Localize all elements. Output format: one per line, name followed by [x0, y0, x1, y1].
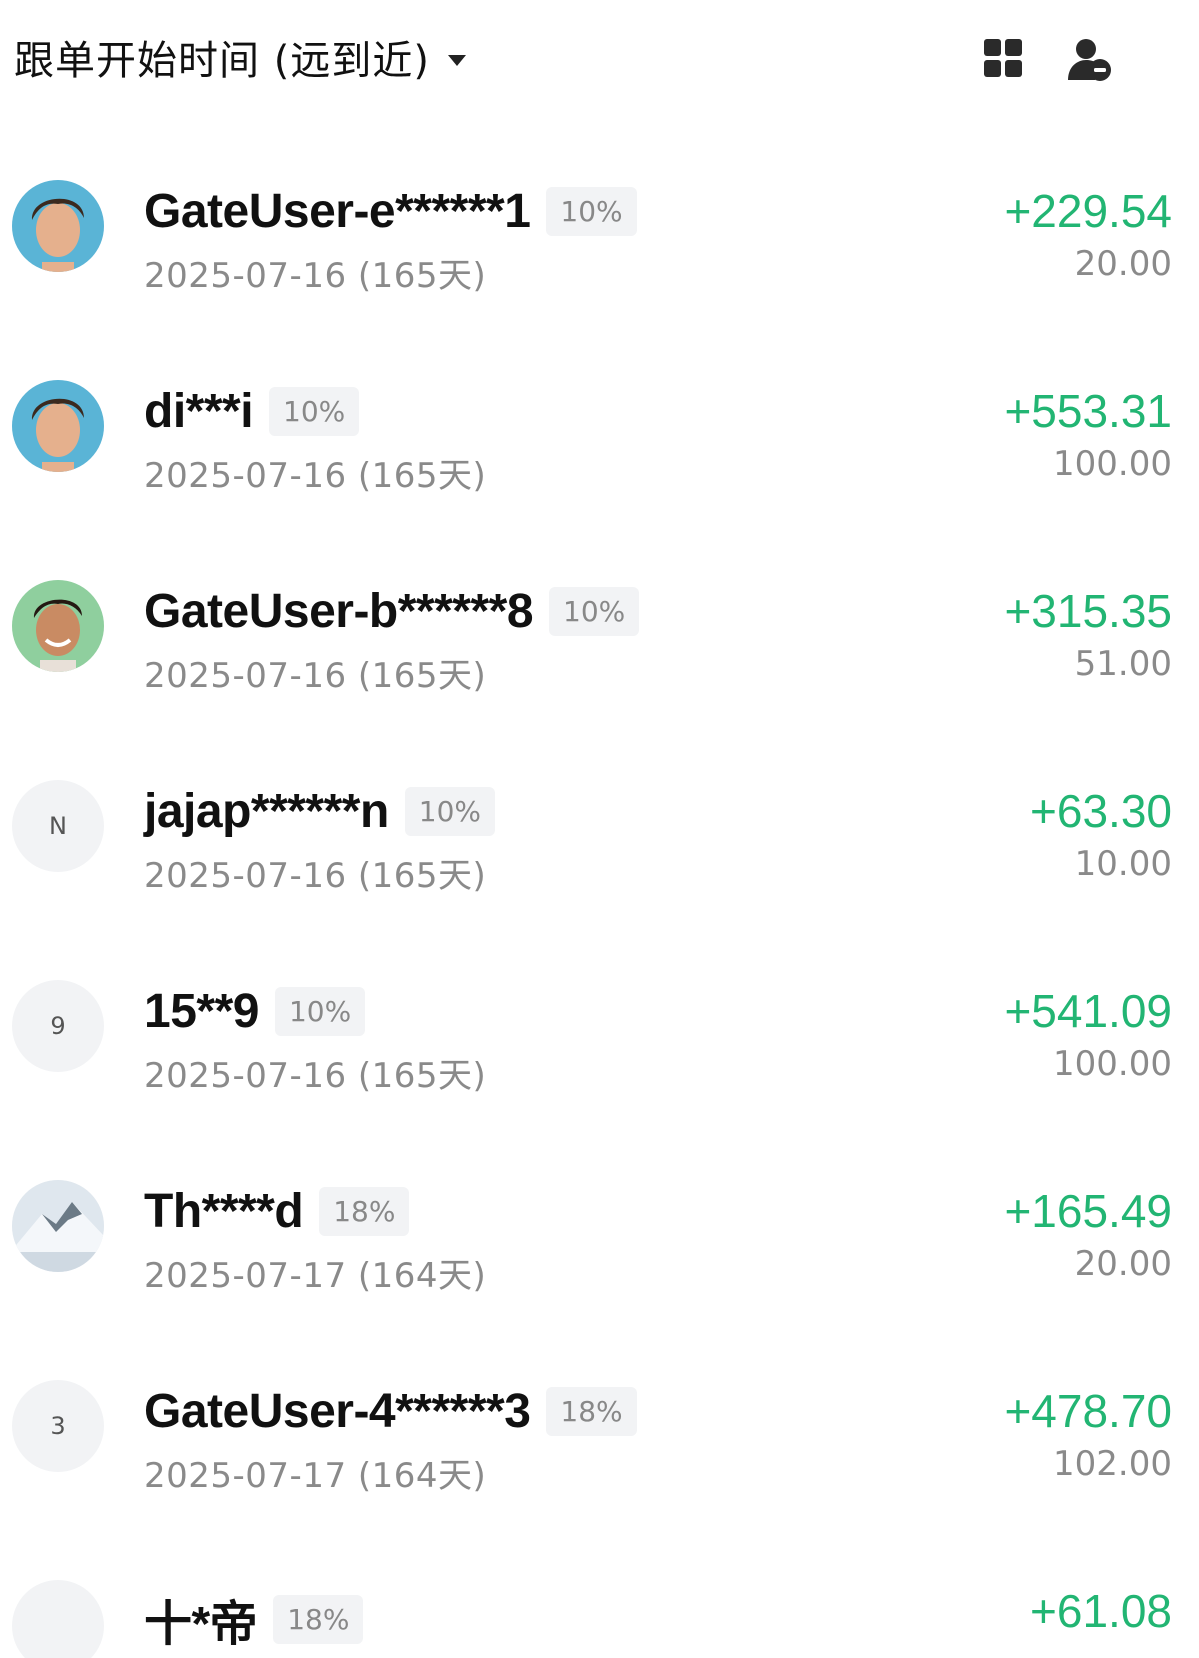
pnl-value: +553.31 — [1004, 385, 1172, 437]
follow-date: 2025-07-16 (165天) — [144, 1056, 487, 1096]
follow-date: 2025-07-16 (165天) — [144, 456, 487, 496]
ratio-badge: 18% — [546, 1387, 637, 1436]
follower-row[interactable]: 十*帝 18% +61.08 — [0, 1540, 1199, 1658]
user-remove-icon[interactable] — [1066, 38, 1114, 86]
pnl-value: +165.49 — [1004, 1185, 1172, 1237]
follower-name: jajap******n — [144, 785, 389, 838]
ratio-badge: 10% — [274, 987, 366, 1036]
name-line: GateUser-4******3 18% — [144, 1384, 637, 1439]
amount-value: 100.00 — [1053, 1044, 1172, 1084]
follower-row[interactable]: di***i 10% 2025-07-16 (165天) +553.31 100… — [0, 340, 1199, 540]
avatar — [12, 1180, 104, 1272]
pnl-value: +61.08 — [1030, 1585, 1172, 1637]
avatar: 3 — [12, 1380, 104, 1472]
avatar-initial: 3 — [50, 1412, 66, 1440]
amount-value: 20.00 — [1074, 1244, 1172, 1284]
follow-date: 2025-07-16 (165天) — [144, 256, 487, 296]
follower-name: Th****d — [144, 1185, 304, 1238]
sort-dropdown[interactable]: 跟单开始时间 (远到近) — [14, 28, 466, 86]
name-line: GateUser-b******8 10% — [144, 584, 640, 639]
pnl-value: +63.30 — [1030, 785, 1172, 837]
ratio-badge: 10% — [404, 787, 496, 836]
amount-value: 100.00 — [1053, 444, 1172, 484]
follower-row[interactable]: GateUser-b******8 10% 2025-07-16 (165天) … — [0, 540, 1199, 740]
follower-row[interactable]: 9 15**9 10% 2025-07-16 (165天) +541.09 10… — [0, 940, 1199, 1140]
avatar — [12, 580, 104, 672]
name-line: GateUser-e******1 10% — [144, 184, 637, 239]
follower-list: GateUser-e******1 10% 2025-07-16 (165天) … — [0, 140, 1199, 1658]
pnl-value: +229.54 — [1004, 185, 1172, 237]
sort-label: 跟单开始时间 (远到近) — [14, 38, 430, 84]
avatar — [12, 380, 104, 472]
follower-row[interactable]: GateUser-e******1 10% 2025-07-16 (165天) … — [0, 140, 1199, 340]
caret-down-icon — [447, 54, 466, 66]
follower-row[interactable]: 3 GateUser-4******3 18% 2025-07-17 (164天… — [0, 1340, 1199, 1540]
follower-name: 15**9 — [144, 985, 259, 1038]
avatar: N — [12, 780, 104, 872]
amount-value: 51.00 — [1074, 644, 1172, 684]
avatar-initial: N — [49, 812, 67, 840]
follower-name: di***i — [144, 385, 254, 438]
avatar: 9 — [12, 980, 104, 1072]
name-line: jajap******n 10% — [144, 784, 496, 839]
follow-date: 2025-07-17 (164天) — [144, 1256, 487, 1296]
pnl-value: +315.35 — [1004, 585, 1172, 637]
avatar — [12, 180, 104, 272]
pnl-value: +541.09 — [1004, 985, 1172, 1037]
follower-row[interactable]: Th****d 18% 2025-07-17 (164天) +165.49 20… — [0, 1140, 1199, 1340]
ratio-badge: 18% — [273, 1594, 364, 1644]
amount-value: 20.00 — [1074, 244, 1172, 284]
pnl-value: +478.70 — [1004, 1385, 1172, 1437]
follower-name: 十*帝 — [144, 1598, 258, 1651]
follower-name: GateUser-4******3 — [144, 1385, 531, 1438]
amount-value: 102.00 — [1053, 1444, 1172, 1484]
follower-name: GateUser-b******8 — [144, 585, 534, 638]
follower-name: GateUser-e******1 — [144, 185, 531, 238]
follow-date: 2025-07-16 (165天) — [144, 856, 487, 896]
name-line: di***i 10% — [144, 384, 360, 439]
name-line: 十*帝 18% — [144, 1584, 364, 1654]
follower-row[interactable]: N jajap******n 10% 2025-07-16 (165天) +63… — [0, 740, 1199, 940]
name-line: Th****d 18% — [144, 1184, 410, 1239]
ratio-badge: 10% — [546, 187, 637, 236]
ratio-badge: 10% — [269, 387, 360, 436]
avatar-initial: 9 — [50, 1012, 66, 1040]
follow-date: 2025-07-16 (165天) — [144, 656, 487, 696]
amount-value: 10.00 — [1074, 844, 1172, 884]
name-line: 15**9 10% — [144, 984, 366, 1039]
header: 跟单开始时间 (远到近) — [0, 0, 1199, 120]
ratio-badge: 18% — [319, 1187, 410, 1236]
avatar — [12, 1580, 104, 1658]
grid-view-icon[interactable] — [983, 38, 1031, 86]
ratio-badge: 10% — [549, 587, 640, 636]
follow-date: 2025-07-17 (164天) — [144, 1456, 487, 1496]
